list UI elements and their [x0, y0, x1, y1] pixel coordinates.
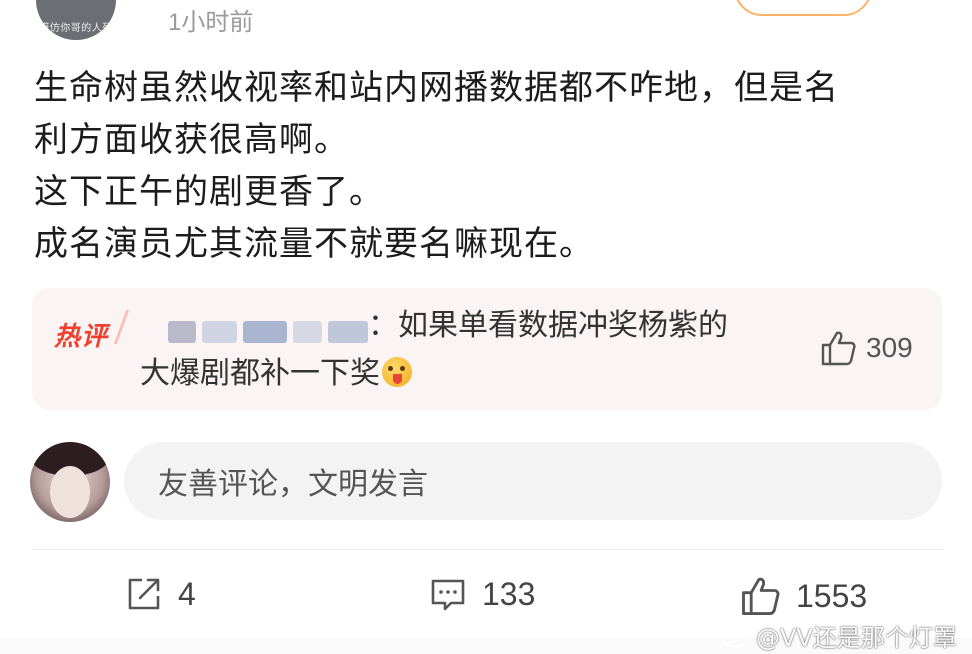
user-avatar[interactable] [30, 442, 110, 522]
hot-comment-badge: 热评 [54, 322, 109, 352]
post-time: 1小时前 [168, 9, 254, 36]
share-button[interactable]: 4 [124, 574, 196, 614]
avatar-caption: 模仿你哥的人死 [39, 23, 113, 34]
weibo-logo-icon [723, 625, 750, 648]
share-icon [128, 578, 160, 610]
follow-button[interactable] [734, 0, 872, 16]
weibo-watermark: @VV还是那个灯罩 [722, 618, 957, 653]
tongue-out-emoji-icon [382, 357, 412, 387]
like-count: 1553 [796, 577, 868, 614]
comment-count: 133 [482, 575, 536, 612]
thumbs-up-icon [742, 577, 780, 616]
post-line: 生命树虽然收视率和站内网播数据都不咋地，但是名 [34, 68, 839, 108]
hot-comment-line: 大爆剧都补一下奖 [140, 356, 380, 391]
watermark-text: @VV还是那个灯罩 [756, 624, 957, 652]
hot-comment-line: ：如果单看数据冲奖杨紫的 [368, 308, 728, 343]
weibo-post-page: 模仿你哥的人死 1小时前 生命树虽然收视率和站内网播数据都不咋地，但是名 利方面… [0, 0, 972, 654]
comment-input[interactable]: 友善评论，文明发言 [124, 442, 942, 520]
post-line: 利方面收获很高啊。 [34, 120, 349, 160]
thumbs-up-icon [821, 331, 856, 366]
divider [32, 549, 944, 550]
hot-comment-like-count: 309 [866, 332, 913, 363]
like-button[interactable]: 1553 [738, 574, 867, 618]
hot-comment-card[interactable]: 热评 ：如果单看数据冲奖杨紫的 大爆剧都补一下奖 309 [32, 288, 942, 410]
author-avatar[interactable]: 模仿你哥的人死 [36, 0, 116, 40]
post-line: 这下正午的剧更香了。 [34, 172, 384, 212]
post-header: 模仿你哥的人死 1小时前 [0, 0, 972, 44]
post-line: 成名演员尤其流量不就要名嘛现在。 [34, 224, 594, 264]
comment-button[interactable]: 133 [428, 574, 535, 614]
hot-comment-line-2: 大爆剧都补一下奖 [140, 350, 800, 398]
post-content: 生命树虽然收视率和站内网播数据都不咋地，但是名 利方面收获很高啊。 这下正午的剧… [34, 62, 934, 270]
comment-icon [431, 579, 465, 611]
comment-input-placeholder: 友善评论，文明发言 [158, 467, 428, 502]
share-count: 4 [178, 575, 196, 612]
hot-comment-like-button[interactable]: 309 [818, 328, 913, 368]
hot-comment-text: ：如果单看数据冲奖杨紫的 大爆剧都补一下奖 [140, 302, 800, 398]
